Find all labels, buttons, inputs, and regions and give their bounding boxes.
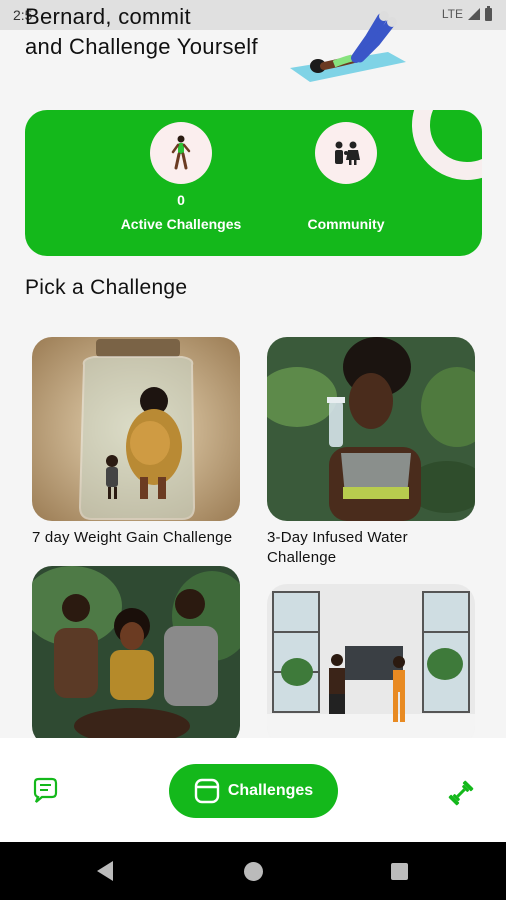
- challenges-icon: [194, 778, 220, 804]
- challenge-image: [267, 337, 475, 521]
- runner-icon: [150, 122, 212, 184]
- recent-apps-icon[interactable]: [391, 863, 408, 880]
- challenge-card-weight-gain[interactable]: 7 day Weight Gain Challenge: [32, 337, 240, 548]
- challenges-nav-label: Challenges: [227, 782, 314, 799]
- chat-icon[interactable]: [30, 776, 60, 806]
- community-label: Community: [307, 216, 385, 232]
- bottom-navigation: Challenges: [0, 738, 506, 842]
- active-challenges-count: 0: [177, 192, 185, 208]
- community-stat[interactable]: Community: [266, 122, 426, 232]
- challenge-card-infused-water[interactable]: 3-Day Infused Water Challenge: [267, 337, 475, 568]
- challenge-image: [32, 566, 240, 746]
- greeting: Bernard, commit and Challenge Yourself: [25, 2, 258, 62]
- battery-icon: [485, 5, 492, 21]
- system-navigation-bar: [0, 842, 506, 900]
- network-type: LTE: [441, 7, 463, 21]
- status-indicators: LTE: [441, 5, 492, 21]
- greeting-line-1: Bernard, commit: [25, 4, 191, 29]
- active-challenges-label: Active Challenges: [120, 216, 242, 232]
- home-icon[interactable]: [244, 862, 263, 881]
- challenge-image: [267, 584, 475, 746]
- challenge-card-gym[interactable]: [267, 584, 475, 753]
- back-icon[interactable]: [97, 861, 113, 881]
- stats-card: 0 Active Challenges Community: [25, 110, 482, 256]
- challenge-title: 7 day Weight Gain Challenge: [32, 529, 233, 546]
- dumbbell-icon[interactable]: [446, 778, 476, 808]
- challenge-image: [32, 337, 240, 521]
- active-challenges-stat[interactable]: 0 Active Challenges: [101, 122, 261, 232]
- community-icon: [315, 122, 377, 184]
- greeting-line-2: and Challenge Yourself: [25, 34, 258, 59]
- challenge-title: 3-Day Infused Water Challenge: [267, 529, 408, 566]
- section-title: Pick a Challenge: [25, 276, 188, 299]
- challenges-nav-button[interactable]: Challenges: [169, 764, 338, 818]
- signal-icon: [468, 8, 480, 20]
- challenge-card-meditation[interactable]: [32, 566, 240, 753]
- exercise-illustration: [290, 11, 406, 82]
